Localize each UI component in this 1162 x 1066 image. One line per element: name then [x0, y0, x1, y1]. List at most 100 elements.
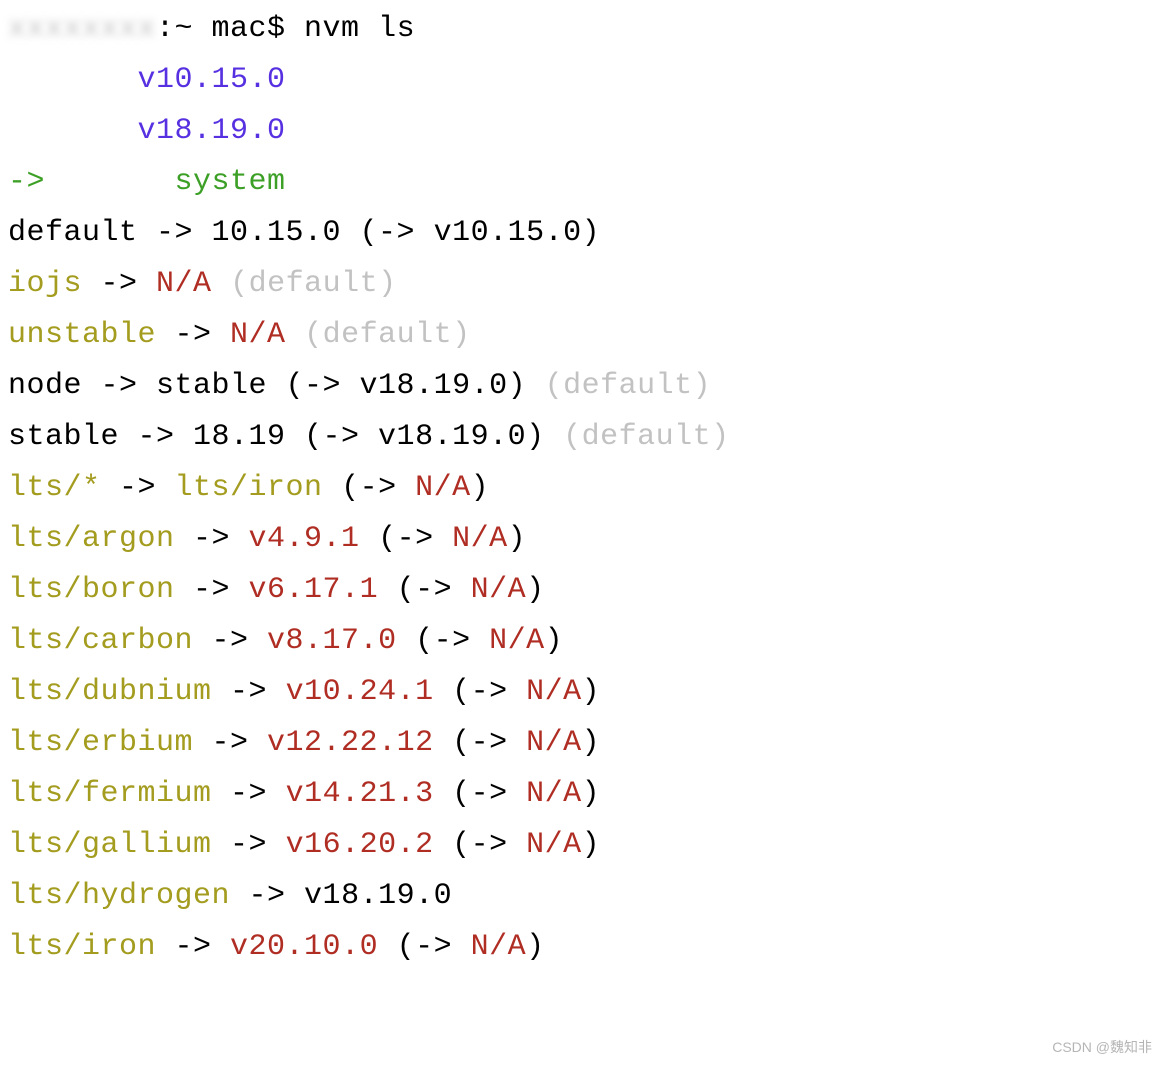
terminal-text-segment: :~ mac$ nvm ls — [156, 12, 415, 46]
terminal-text-segment: N/A — [489, 624, 545, 658]
terminal-text-segment: -> — [193, 726, 267, 760]
terminal-text-segment: N/A — [230, 318, 286, 352]
terminal-text-segment: xxxxxxxx — [8, 12, 156, 46]
terminal-text-segment: (default) — [563, 420, 730, 454]
terminal-text-segment: -> v18.19.0 — [230, 879, 452, 913]
terminal-text-segment: N/A — [526, 828, 582, 862]
terminal-line: v18.19.0 — [8, 106, 1154, 157]
terminal-text-segment: (default) — [304, 318, 471, 352]
terminal-line: lts/erbium -> v12.22.12 (-> N/A) — [8, 718, 1154, 769]
terminal-line: stable -> 18.19 (-> v18.19.0) (default) — [8, 412, 1154, 463]
terminal-line: lts/fermium -> v14.21.3 (-> N/A) — [8, 769, 1154, 820]
terminal-line: v10.15.0 — [8, 55, 1154, 106]
terminal-text-segment: N/A — [526, 777, 582, 811]
terminal-text-segment: -> — [175, 573, 249, 607]
terminal-text-segment — [45, 165, 175, 199]
terminal-line: lts/boron -> v6.17.1 (-> N/A) — [8, 565, 1154, 616]
terminal-text-segment: N/A — [526, 726, 582, 760]
terminal-text-segment: -> — [156, 930, 230, 964]
terminal-line: default -> 10.15.0 (-> v10.15.0) — [8, 208, 1154, 259]
terminal-text-segment: ) — [526, 573, 545, 607]
terminal-text-segment: -> — [101, 471, 175, 505]
terminal-text-segment: v12.22.12 — [267, 726, 434, 760]
terminal-text-segment: lts/iron — [8, 930, 156, 964]
terminal-line: iojs -> N/A (default) — [8, 259, 1154, 310]
terminal-text-segment: N/A — [415, 471, 471, 505]
terminal-text-segment: (-> — [434, 726, 527, 760]
terminal-text-segment: v20.10.0 — [230, 930, 378, 964]
terminal-text-segment — [212, 267, 231, 301]
terminal-text-segment: (-> — [434, 675, 527, 709]
terminal-text-segment: ) — [508, 522, 527, 556]
terminal-text-segment: lts/* — [8, 471, 101, 505]
terminal-text-segment: v8.17.0 — [267, 624, 397, 658]
terminal-text-segment: -> — [212, 675, 286, 709]
terminal-line: lts/iron -> v20.10.0 (-> N/A) — [8, 922, 1154, 973]
terminal-text-segment: lts/dubnium — [8, 675, 212, 709]
terminal-text-segment: lts/iron — [175, 471, 323, 505]
terminal-text-segment: ) — [471, 471, 490, 505]
terminal-text-segment: lts/hydrogen — [8, 879, 230, 913]
terminal-text-segment: ) — [526, 930, 545, 964]
terminal-text-segment: ) — [582, 828, 601, 862]
terminal-text-segment: lts/boron — [8, 573, 175, 607]
terminal-text-segment: system — [175, 165, 286, 199]
terminal-text-segment: ) — [582, 777, 601, 811]
terminal-text-segment: -> — [193, 624, 267, 658]
terminal-text-segment — [8, 114, 138, 148]
terminal-text-segment: -> — [8, 165, 45, 199]
terminal-text-segment — [8, 63, 138, 97]
terminal-line: -> system — [8, 157, 1154, 208]
terminal-text-segment: default -> 10.15.0 (-> v10.15.0) — [8, 216, 600, 250]
terminal-text-segment: lts/argon — [8, 522, 175, 556]
terminal-text-segment: -> — [212, 828, 286, 862]
terminal-text-segment: v10.15.0 — [138, 63, 286, 97]
terminal-line: lts/dubnium -> v10.24.1 (-> N/A) — [8, 667, 1154, 718]
terminal-text-segment: v6.17.1 — [249, 573, 379, 607]
terminal-text-segment: N/A — [526, 675, 582, 709]
terminal-line: lts/gallium -> v16.20.2 (-> N/A) — [8, 820, 1154, 871]
terminal-text-segment: (default) — [230, 267, 397, 301]
terminal-text-segment: node -> stable (-> v18.19.0) — [8, 369, 545, 403]
terminal-text-segment: N/A — [452, 522, 508, 556]
terminal-line: lts/carbon -> v8.17.0 (-> N/A) — [8, 616, 1154, 667]
terminal-text-segment: v18.19.0 — [138, 114, 286, 148]
terminal-text-segment: -> — [175, 522, 249, 556]
terminal-line: lts/argon -> v4.9.1 (-> N/A) — [8, 514, 1154, 565]
terminal-line: unstable -> N/A (default) — [8, 310, 1154, 361]
terminal-text-segment: ) — [582, 675, 601, 709]
terminal-output: xxxxxxxx:~ mac$ nvm ls v10.15.0 v18.19.0… — [0, 0, 1162, 981]
terminal-text-segment: (-> — [378, 930, 471, 964]
terminal-line: lts/* -> lts/iron (-> N/A) — [8, 463, 1154, 514]
terminal-text-segment: N/A — [471, 573, 527, 607]
terminal-line: node -> stable (-> v18.19.0) (default) — [8, 361, 1154, 412]
terminal-text-segment: ) — [582, 726, 601, 760]
terminal-text-segment: (-> — [434, 777, 527, 811]
terminal-text-segment: N/A — [471, 930, 527, 964]
terminal-text-segment: (-> — [397, 624, 490, 658]
terminal-text-segment: N/A — [156, 267, 212, 301]
terminal-text-segment: (-> — [360, 522, 453, 556]
terminal-text-segment: (-> — [378, 573, 471, 607]
terminal-text-segment: ) — [545, 624, 564, 658]
terminal-text-segment: lts/gallium — [8, 828, 212, 862]
terminal-text-segment: (default) — [545, 369, 712, 403]
terminal-text-segment: -> — [212, 777, 286, 811]
terminal-text-segment: v4.9.1 — [249, 522, 360, 556]
terminal-text-segment: unstable — [8, 318, 156, 352]
terminal-text-segment: iojs — [8, 267, 82, 301]
terminal-text-segment: (-> — [323, 471, 416, 505]
terminal-text-segment: v14.21.3 — [286, 777, 434, 811]
watermark: CSDN @魏知非 — [1052, 1036, 1152, 1060]
terminal-text-segment: v10.24.1 — [286, 675, 434, 709]
terminal-text-segment: lts/carbon — [8, 624, 193, 658]
terminal-line: lts/hydrogen -> v18.19.0 — [8, 871, 1154, 922]
terminal-text-segment — [286, 318, 305, 352]
terminal-text-segment: stable -> 18.19 (-> v18.19.0) — [8, 420, 563, 454]
terminal-line: xxxxxxxx:~ mac$ nvm ls — [8, 4, 1154, 55]
terminal-text-segment: lts/erbium — [8, 726, 193, 760]
terminal-text-segment: -> — [82, 267, 156, 301]
terminal-text-segment: -> — [156, 318, 230, 352]
terminal-text-segment: lts/fermium — [8, 777, 212, 811]
terminal-text-segment: v16.20.2 — [286, 828, 434, 862]
